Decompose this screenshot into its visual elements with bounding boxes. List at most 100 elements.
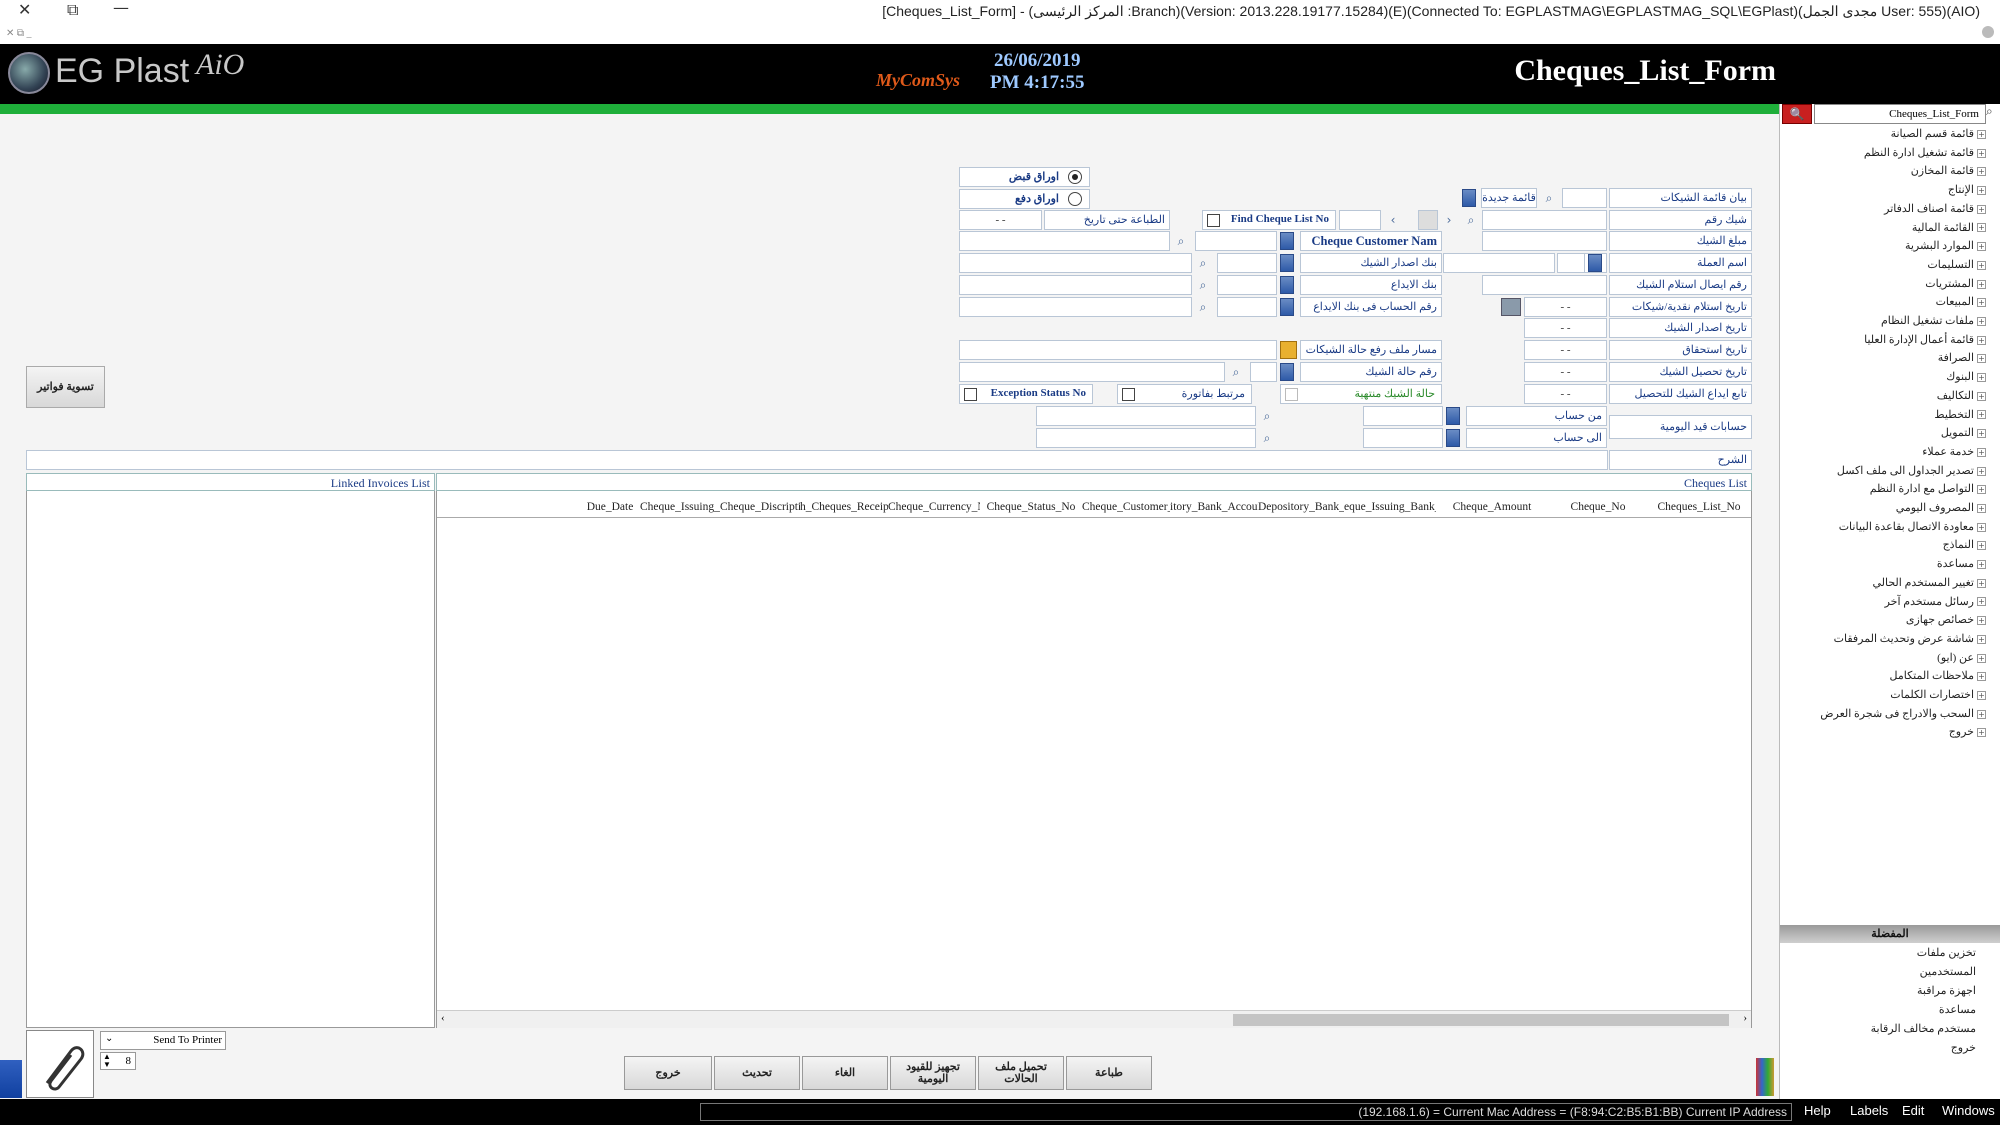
search-icon[interactable]: ⌕ (1194, 254, 1212, 272)
printer-select[interactable]: ⌄ Send To Printer (100, 1031, 226, 1050)
expand-icon[interactable]: + (1977, 335, 1986, 345)
customer-lookup[interactable] (1280, 232, 1294, 250)
expand-icon[interactable]: + (1977, 279, 1986, 289)
expand-icon[interactable]: + (1977, 204, 1986, 214)
search-icon[interactable]: ⌕ (1194, 298, 1212, 316)
menu-tree-item[interactable]: مساعدة + (1937, 555, 1986, 573)
menu-tree-item[interactable]: النماذج + (1943, 536, 1986, 554)
menu-tree-item[interactable]: القائمة المالية + (1912, 219, 1986, 237)
search-icon[interactable]: ⌕ (1986, 104, 2000, 124)
scroll-right-icon[interactable]: › (1743, 1012, 1747, 1024)
settle-invoices-button[interactable]: تسوية فواتير (26, 366, 105, 408)
status-closed-checkbox[interactable] (1285, 388, 1298, 401)
deposit-collect-date-input[interactable]: - - (1524, 384, 1607, 404)
cheque-no-input[interactable] (1482, 210, 1607, 230)
menu-tree-item[interactable]: المصروف اليومي + (1896, 499, 1986, 517)
copies-stepper[interactable]: ▲ ▼ 8 (100, 1052, 136, 1070)
search-icon[interactable]: ⌕ (1194, 276, 1212, 294)
expand-icon[interactable]: + (1977, 616, 1986, 626)
from-account-lookup[interactable] (1446, 407, 1460, 425)
search-icon[interactable]: ⌕ (1540, 189, 1558, 207)
from-account-code[interactable] (1363, 406, 1443, 426)
menu-tree-item[interactable]: قائمة المخازن + (1911, 162, 1986, 180)
expand-icon[interactable]: + (1977, 186, 1986, 196)
status-code[interactable] (1250, 362, 1277, 382)
to-account-name[interactable] (1036, 428, 1256, 448)
find-cheque-list-no[interactable]: Find Cheque List No (1202, 210, 1336, 230)
payment-radio-row[interactable]: اوراق دفع (959, 189, 1090, 209)
menu-tree-item[interactable]: الموارد البشرية + (1905, 237, 1986, 255)
menu-tree-item[interactable]: تغيير المستخدم الحالي + (1872, 574, 1986, 592)
menu-tree-item[interactable]: خدمة عملاء + (1922, 443, 1986, 461)
receipt-radio[interactable] (1068, 170, 1082, 184)
deposit-bank-code[interactable] (1217, 275, 1277, 295)
column-header[interactable]: eque_Issuing_Bank_I (1344, 497, 1436, 517)
prepare-journal-button[interactable]: تجهيز للقيود اليومية (890, 1056, 976, 1090)
expand-icon[interactable]: + (1977, 503, 1986, 513)
menu-tree-item[interactable]: قائمة أعمال الإدارة العليا + (1864, 331, 1986, 349)
collect-date-input[interactable]: - - (1524, 362, 1607, 382)
column-header[interactable]: Cheque_Currency_Nc (888, 497, 980, 517)
expand-icon[interactable]: + (1977, 260, 1986, 270)
favorite-item[interactable]: تخزين ملفات (1917, 944, 1976, 963)
windows-menu[interactable]: Windows (1942, 1103, 1995, 1118)
status-name[interactable] (959, 362, 1225, 382)
column-header[interactable]: Cheque_Issuing_Date (640, 497, 720, 517)
column-header[interactable]: itory_Bank_Accour (1170, 497, 1258, 517)
menu-tree-item[interactable]: ملفات تشغيل النظام + (1881, 312, 1986, 330)
receipt-radio-row[interactable]: اوراق قبض (959, 167, 1090, 187)
search-button[interactable]: 🔍 (1782, 104, 1812, 124)
menu-tree-item[interactable]: التسليمات + (1927, 256, 1986, 274)
payment-radio[interactable] (1068, 192, 1082, 206)
menu-tree-item[interactable]: البنوك + (1946, 368, 1986, 386)
deposit-account-lookup[interactable] (1280, 298, 1294, 316)
horizontal-scrollbar[interactable]: ‹ › (437, 1010, 1751, 1028)
mdi-controls[interactable]: ✕ ⧉ _ (6, 28, 32, 39)
minimize-icon[interactable]: — (113, 0, 129, 17)
refresh-button[interactable]: تحديث (714, 1056, 800, 1090)
menu-tree-item[interactable]: الصرافة + (1938, 349, 1986, 367)
new-list-button[interactable]: قائمة جديدة (1481, 188, 1537, 208)
expand-icon[interactable]: + (1977, 560, 1986, 570)
menu-tree-item[interactable]: قائمة اصناف الدفاتر + (1884, 200, 1986, 218)
expand-icon[interactable]: + (1977, 429, 1986, 439)
chevron-down-icon[interactable]: ⌄ (105, 1033, 113, 1044)
search-icon[interactable]: ⌕ (1227, 363, 1245, 381)
column-header[interactable]: Cheque_Status_No (980, 497, 1082, 517)
menu-tree-item[interactable]: التخطيط + (1934, 406, 1986, 424)
expand-icon[interactable]: + (1977, 728, 1986, 738)
expand-icon[interactable]: + (1977, 690, 1986, 700)
expand-icon[interactable]: + (1977, 410, 1986, 420)
labels-menu[interactable]: Labels (1850, 1103, 1888, 1118)
menu-tree-item[interactable]: السحب والادراج فى شجرة العرض + (1820, 705, 1986, 723)
expand-icon[interactable]: + (1977, 634, 1986, 644)
menu-tree-item[interactable]: ملاحظات المتكامل + (1890, 667, 1986, 685)
menu-tree-item[interactable]: تصدير الجداول الى ملف اكسل + (1837, 462, 1986, 480)
column-header[interactable]: Due_Date (580, 497, 640, 517)
attachment-button[interactable] (26, 1030, 94, 1098)
column-header[interactable]: Cheque_Discription (720, 497, 800, 517)
favorite-item[interactable]: مساعدة (1939, 1001, 1976, 1020)
menu-tree-item[interactable]: اختصارات الكلمات + (1890, 686, 1986, 704)
expand-icon[interactable]: + (1977, 522, 1986, 532)
favorite-item[interactable]: اجهزة مراقبة (1917, 982, 1976, 1001)
column-header[interactable]: Cheque_Amount (1436, 497, 1548, 517)
exit-button[interactable]: خروج (624, 1056, 712, 1090)
expand-icon[interactable]: + (1977, 242, 1986, 252)
menu-tree-item[interactable]: معاودة الاتصال بقاعدة البيانات + (1839, 518, 1986, 536)
menu-tree-item[interactable]: التمويل + (1941, 424, 1986, 442)
load-status-file-button[interactable]: تحميل ملف الحالات (978, 1056, 1064, 1090)
expand-icon[interactable]: + (1977, 391, 1986, 401)
expand-icon[interactable]: + (1977, 709, 1986, 719)
favorite-item[interactable]: المستخدمين (1920, 963, 1976, 982)
currency-lookup-button[interactable] (1588, 254, 1602, 272)
issuing-bank-name[interactable] (959, 253, 1192, 273)
menu-tree-item[interactable]: المشتريات + (1925, 275, 1986, 293)
issuing-bank-code[interactable] (1217, 253, 1277, 273)
customer-code-input[interactable] (1195, 231, 1277, 251)
receive-date-input[interactable]: - - (1524, 297, 1607, 317)
expand-icon[interactable]: + (1977, 578, 1986, 588)
expand-icon[interactable]: + (1977, 597, 1986, 607)
menu-tree-item[interactable]: قائمة تشغيل ادارة النظم + (1864, 144, 1986, 162)
to-account-lookup[interactable] (1446, 429, 1460, 447)
